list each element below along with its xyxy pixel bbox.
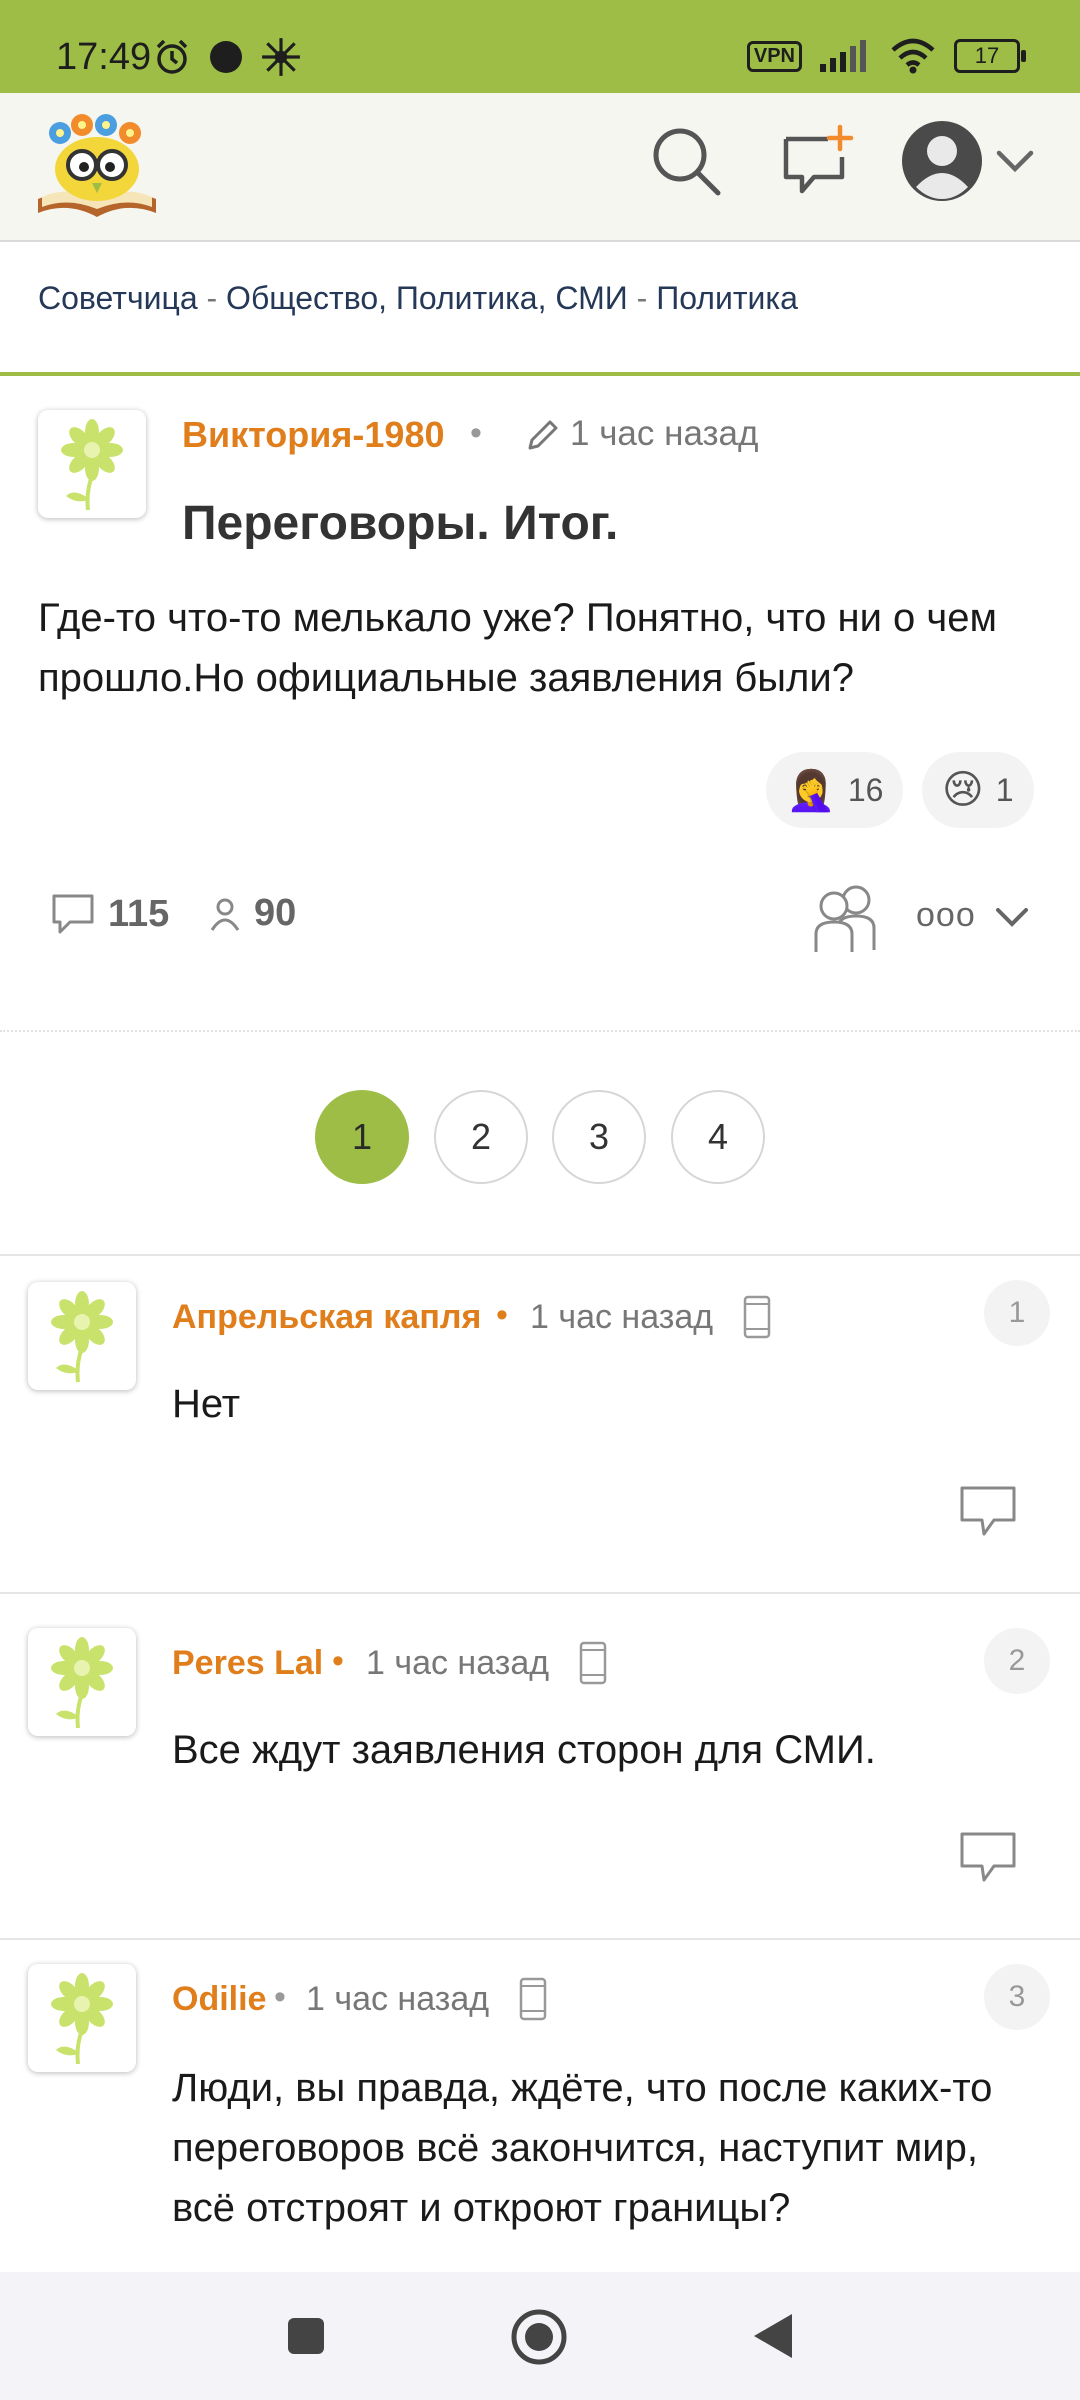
expand-chevron-icon[interactable] <box>994 906 1030 930</box>
home-icon[interactable] <box>510 2308 568 2366</box>
battery-indicator: 17 <box>954 39 1026 73</box>
new-post-icon[interactable] <box>780 123 856 199</box>
page-button-1[interactable]: 1 <box>315 1090 409 1184</box>
reply-icon[interactable] <box>958 1484 1018 1540</box>
divider <box>0 1592 1080 1594</box>
chevron-down-icon[interactable] <box>995 149 1035 175</box>
status-bar: 17:49 VPN 17 <box>0 0 1080 93</box>
page-button-2[interactable]: 2 <box>434 1090 528 1184</box>
participants-count: 90 <box>254 892 297 934</box>
edit-pencil-icon <box>528 420 558 450</box>
flower-icon <box>61 419 123 511</box>
alarm-icon <box>156 39 188 74</box>
status-time: 17:49 <box>56 36 152 78</box>
page-button-3[interactable]: 3 <box>552 1090 646 1184</box>
search-icon[interactable] <box>648 123 724 199</box>
divider <box>0 1938 1080 1940</box>
crying-emoji-icon: 😢 <box>942 768 984 812</box>
facepalm-emoji-icon: 🤦‍♀️ <box>786 768 836 813</box>
comment-author-avatar[interactable] <box>28 1964 136 2072</box>
participants-count-group: 90 <box>208 892 296 935</box>
mobile-phone-icon <box>743 1295 771 1339</box>
reaction-facepalm[interactable]: 🤦‍♀️ 16 <box>766 752 904 828</box>
comment-number: 3 <box>984 1964 1050 2030</box>
reaction-count: 1 <box>995 771 1014 808</box>
reply-icon[interactable] <box>958 1830 1018 1886</box>
post-title: Переговоры. Итог. <box>182 497 619 550</box>
reaction-crying[interactable]: 😢 1 <box>922 752 1034 828</box>
subscribers-icon[interactable] <box>810 884 882 954</box>
post-author-avatar[interactable] <box>38 410 146 518</box>
post-time: 1 час назад <box>570 414 759 453</box>
breadcrumb-site[interactable]: Советчица <box>38 280 198 316</box>
comment-number: 1 <box>984 1280 1050 1346</box>
status-right-icons: VPN 17 <box>746 38 1026 74</box>
app-header <box>0 93 1080 242</box>
comment-time: 1 час назад <box>366 1644 550 1682</box>
post-author-name[interactable]: Виктория-1980 <box>182 414 445 456</box>
flower-icon <box>51 1291 113 1383</box>
person-icon <box>210 898 240 931</box>
comments-count-group[interactable]: 115 <box>50 892 169 936</box>
mobile-phone-icon <box>519 1977 547 2021</box>
reaction-count: 16 <box>847 771 884 808</box>
breadcrumb-subsection[interactable]: Политика <box>656 280 798 316</box>
comment-author-avatar[interactable] <box>28 1282 136 1390</box>
comment-time: 1 час назад <box>306 1980 490 2018</box>
system-navigation-bar <box>0 2272 1080 2400</box>
comments-count: 115 <box>108 892 170 935</box>
user-avatar-icon[interactable] <box>900 119 984 203</box>
wifi-icon <box>891 38 935 74</box>
status-left-icons <box>152 36 302 78</box>
flower-icon <box>51 1973 113 2065</box>
comment-number: 2 <box>984 1628 1050 1694</box>
meta-dot: • <box>332 1642 344 1680</box>
mobile-phone-icon <box>579 1641 607 1685</box>
recent-apps-icon[interactable] <box>286 2316 326 2356</box>
moon-dot-icon <box>210 41 242 73</box>
post-body: Где-то что-то мелькало уже? Понятно, что… <box>38 596 998 700</box>
breadcrumb: Советчица - Общество, Политика, СМИ - По… <box>38 280 798 317</box>
comment-time: 1 час назад <box>530 1298 714 1336</box>
comment-author-name[interactable]: Апрельская капля <box>172 1298 481 1337</box>
comment-author-name[interactable]: Peres Lal <box>172 1644 323 1683</box>
breadcrumb-section[interactable]: Общество, Политика, СМИ <box>226 280 628 316</box>
owl-books-logo[interactable] <box>34 109 160 221</box>
comment-text: Нет <box>172 1382 241 1426</box>
meta-dot: • <box>496 1296 508 1334</box>
divider <box>0 1030 1080 1032</box>
comment-text: Все ждут заявления сторон для СМИ. <box>172 1728 876 1772</box>
more-options-button[interactable]: ooo <box>916 896 976 935</box>
breadcrumb-separator: - <box>206 280 218 316</box>
back-icon[interactable] <box>752 2312 794 2360</box>
meta-dot: • <box>274 1978 286 2016</box>
flower-icon <box>51 1637 113 1729</box>
vpn-badge: VPN <box>746 40 802 72</box>
breadcrumb-separator: - <box>636 280 648 316</box>
page-button-4[interactable]: 4 <box>671 1090 765 1184</box>
comment-text: Люди, вы правда, ждёте, что после каких-… <box>172 2066 993 2230</box>
topic-accent-line <box>0 372 1080 376</box>
divider <box>0 1254 1080 1256</box>
sparkle-icon <box>262 38 300 76</box>
signal-icon <box>820 40 866 72</box>
comment-bubble-icon <box>52 894 94 934</box>
comment-author-name[interactable]: Odilie <box>172 1980 266 2019</box>
comment-author-avatar[interactable] <box>28 1628 136 1736</box>
meta-dot: • <box>470 414 482 452</box>
